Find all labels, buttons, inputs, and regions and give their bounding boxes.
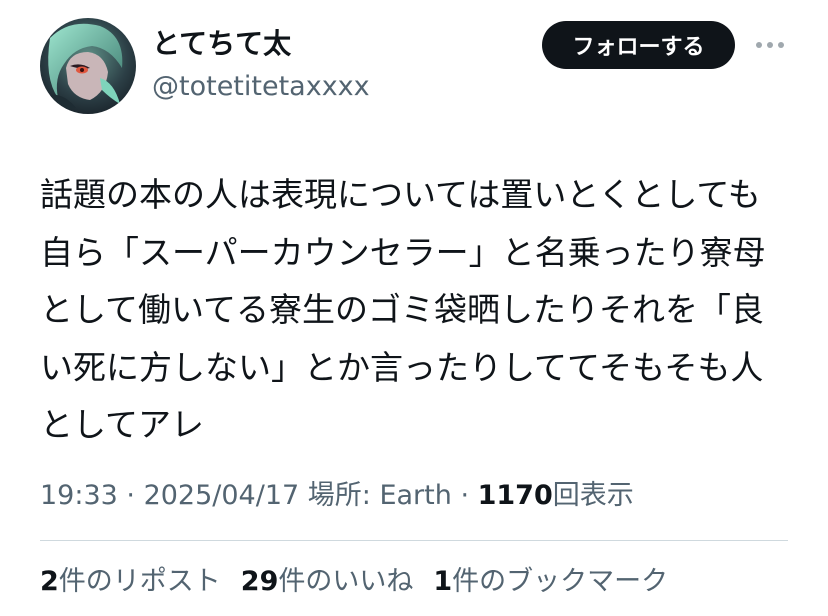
- meta-separator: ·: [117, 480, 144, 511]
- reposts-stat[interactable]: 2件のリポスト: [40, 562, 221, 602]
- bookmarks-stat[interactable]: 1件のブックマーク: [433, 562, 668, 602]
- divider: [40, 540, 788, 541]
- tweet-text-line: い死に方しない」とか言ったりしててそもそも人: [40, 347, 764, 387]
- views-label: 回表示: [552, 480, 634, 511]
- bookmarks-count: 1: [433, 566, 453, 597]
- tweet-text-line: 話題の本の人は表現については置いとくとしても: [40, 175, 761, 214]
- avatar-image: [40, 18, 136, 114]
- more-dots-icon[interactable]: [752, 30, 788, 60]
- author-handle[interactable]: @totetitetaxxxx: [152, 70, 370, 104]
- likes-label: 件のいいね: [278, 566, 414, 597]
- tweet-meta: 19:33 · 2025/04/17 場所: Earth · 1170回表示: [40, 478, 634, 514]
- meta-separator: ·: [451, 480, 478, 511]
- reposts-label: 件のリポスト: [58, 566, 221, 597]
- tweet-text: 話題の本の人は表現については置いとくとしても 自ら「スーパーカウンセラー」と名乗…: [40, 166, 800, 454]
- tweet-location: 場所: Earth: [299, 480, 452, 511]
- views-count: 1170: [477, 480, 553, 511]
- follow-button[interactable]: フォローする: [542, 21, 735, 69]
- bookmarks-label: 件のブックマーク: [452, 566, 669, 597]
- author-display-name[interactable]: とてちて太: [152, 26, 291, 62]
- engagement-stats: 2件のリポスト 29件のいいね 1件のブックマーク: [40, 562, 688, 602]
- avatar[interactable]: [40, 18, 136, 114]
- tweet-text-line: 自ら「スーパーカウンセラー」と名乗ったり寮母: [40, 232, 766, 272]
- reposts-count: 2: [40, 566, 59, 597]
- likes-count: 29: [240, 566, 279, 597]
- tweet-text-line: として働いてる寮生のゴミ袋晒したりそれを「良: [40, 290, 765, 329]
- tweet-date[interactable]: 2025/04/17: [144, 480, 300, 511]
- likes-stat[interactable]: 29件のいいね: [241, 562, 414, 602]
- tweet-time[interactable]: 19:33: [40, 480, 118, 511]
- tweet-text-line: としてアレ: [40, 405, 205, 444]
